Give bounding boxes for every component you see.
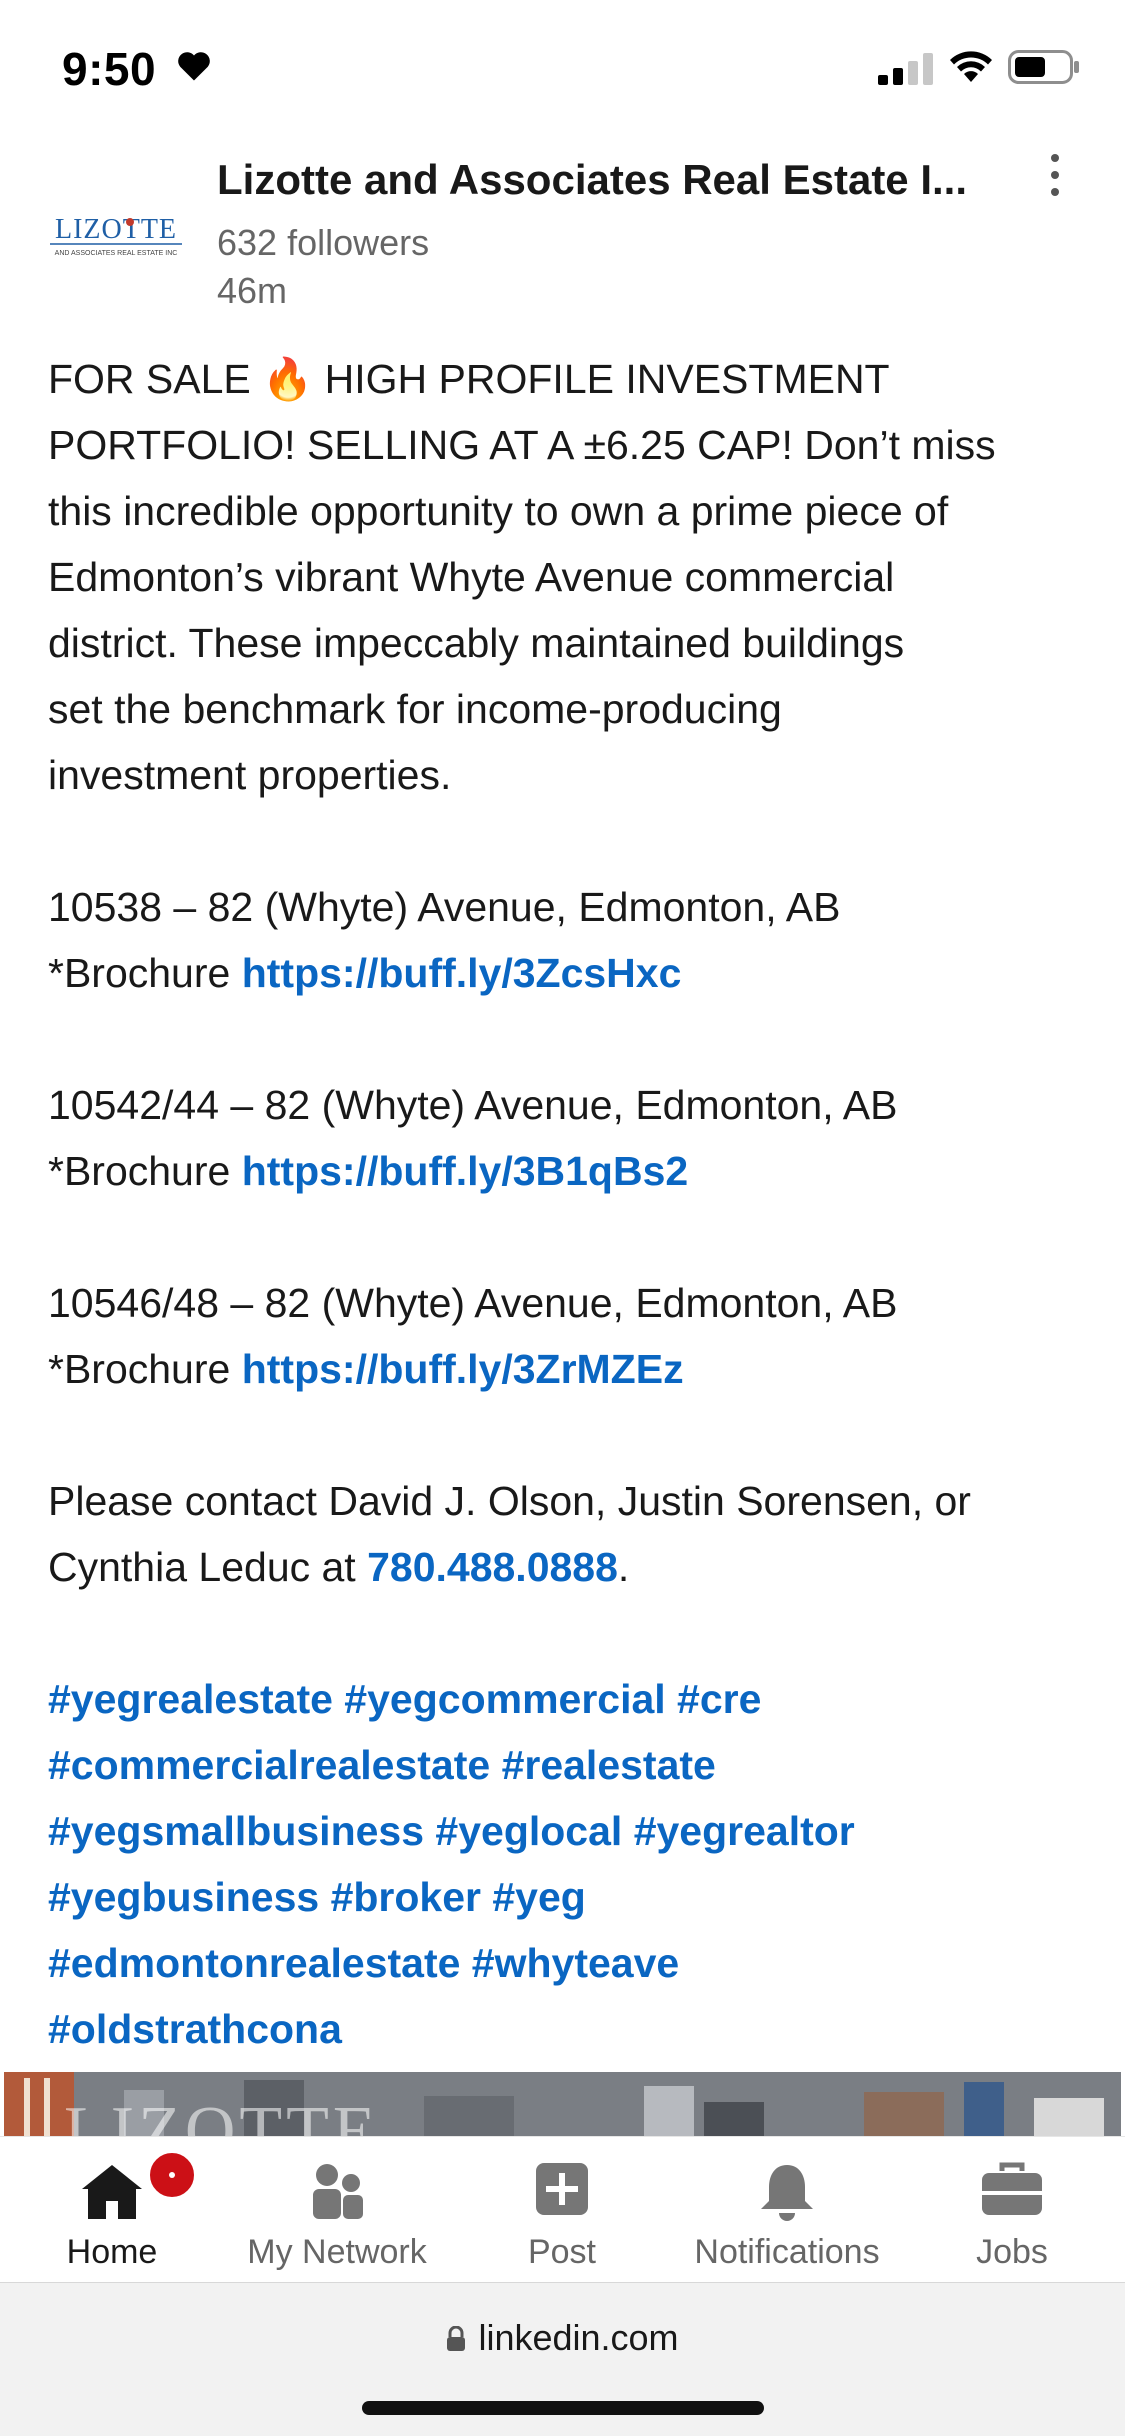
logo-wordmark: LIZOTTE xyxy=(55,214,177,245)
post-text-line: district. These impeccably maintained bu… xyxy=(48,620,905,666)
status-bar: 9:50 xyxy=(0,0,1125,135)
listing-brochure: *Brochure https://buff.ly/3ZcsHxc xyxy=(48,950,682,996)
listing-address: 10542/44 – 82 (Whyte) Avenue, Edmonton, … xyxy=(48,1082,898,1128)
home-icon xyxy=(82,2165,142,2219)
listing-brochure: *Brochure https://buff.ly/3ZrMZEz xyxy=(48,1346,684,1392)
contact-text: Please contact David J. Olson, Justin So… xyxy=(48,1478,971,1524)
post-icon xyxy=(536,2163,588,2215)
hashtag-line[interactable]: #yegsmallbusiness #yeglocal #yegrealtor xyxy=(48,1798,1088,1864)
hashtag-line[interactable]: #yegrealestate #yegcommercial #cre xyxy=(48,1666,1088,1732)
hashtag-line[interactable]: #oldstrathcona xyxy=(48,1996,1088,2062)
author-name[interactable]: Lizotte and Associates Real Estate I... xyxy=(217,156,1017,204)
listing-address: 10538 – 82 (Whyte) Avenue, Edmonton, AB xyxy=(48,884,841,930)
brochure-link[interactable]: https://buff.ly/3B1qBs2 xyxy=(242,1148,688,1194)
image-watermark: LIZOTTE xyxy=(64,2093,380,2136)
wifi-icon xyxy=(950,51,992,82)
nav-notifications[interactable]: Notifications xyxy=(687,2137,887,2283)
contact-text: Cynthia Leduc at 780.488.0888. xyxy=(48,1544,630,1590)
signal-icon xyxy=(878,53,933,85)
notification-badge xyxy=(146,2149,198,2201)
hashtag-line[interactable]: #yegbusiness #broker #yeg xyxy=(48,1864,1088,1930)
post-timestamp: 46m xyxy=(217,270,288,311)
nav-label: Jobs xyxy=(976,2233,1048,2271)
battery-icon xyxy=(1008,50,1079,84)
nav-my-network[interactable]: My Network xyxy=(237,2137,437,2283)
hashtag-line[interactable]: #commercialrealestate #realestate xyxy=(48,1732,1088,1798)
briefcase-icon xyxy=(982,2162,1042,2215)
nav-label: Post xyxy=(527,2233,597,2271)
post-intro-line: FOR SALE 🔥 HIGH PROFILE INVESTMENT xyxy=(48,356,890,402)
post-text-line: PORTFOLIO! SELLING AT A ±6.25 CAP! Don’t… xyxy=(48,422,996,468)
post-text-line: investment properties. xyxy=(48,752,452,798)
hashtag-line[interactable]: #edmontonrealestate #whyteave xyxy=(48,1930,1088,1996)
nav-home[interactable]: Home xyxy=(12,2137,212,2283)
url-text: linkedin.com xyxy=(478,2317,679,2358)
post-text-line: this incredible opportunity to own a pri… xyxy=(48,488,949,534)
brochure-link[interactable]: https://buff.ly/3ZrMZEz xyxy=(242,1346,684,1392)
nav-post[interactable]: Post xyxy=(462,2137,662,2283)
follower-count: 632 followers xyxy=(217,222,430,263)
company-logo[interactable]: LIZOTTE AND ASSOCIATES REAL ESTATE INC xyxy=(46,208,186,268)
home-indicator[interactable] xyxy=(362,2401,764,2415)
post-header: LIZOTTE AND ASSOCIATES REAL ESTATE INC L… xyxy=(0,150,1125,320)
post-body: FOR SALE 🔥 HIGH PROFILE INVESTMENT PORTF… xyxy=(48,346,1088,2062)
nav-label: My Network xyxy=(247,2233,427,2271)
listing-address: 10546/48 – 82 (Whyte) Avenue, Edmonton, … xyxy=(48,1280,898,1326)
url-display[interactable]: linkedin.com xyxy=(0,2317,1125,2359)
bottom-navigation: Home My Network Post Notifications Jobs xyxy=(0,2136,1125,2282)
nav-label: Notifications xyxy=(694,2233,880,2271)
brochure-link[interactable]: https://buff.ly/3ZcsHxc xyxy=(242,950,682,996)
more-options-icon[interactable] xyxy=(1040,154,1070,214)
nav-jobs[interactable]: Jobs xyxy=(912,2137,1112,2283)
lock-icon xyxy=(447,2326,466,2351)
status-time: 9:50 xyxy=(62,43,157,95)
heart-icon xyxy=(178,52,210,81)
phone-link[interactable]: 780.488.0888 xyxy=(367,1544,618,1590)
bell-icon xyxy=(761,2165,813,2221)
logo-subtext: AND ASSOCIATES REAL ESTATE INC xyxy=(55,250,178,257)
listing-brochure: *Brochure https://buff.ly/3B1qBs2 xyxy=(48,1148,689,1194)
fire-icon: 🔥 xyxy=(262,356,314,402)
browser-address-bar[interactable]: linkedin.com xyxy=(0,2282,1125,2436)
post-text-line: Edmonton’s vibrant Whyte Avenue commerci… xyxy=(48,554,895,600)
post-image[interactable]: LIZOTTE xyxy=(4,2072,1121,2136)
network-icon xyxy=(313,2164,363,2219)
nav-label: Home xyxy=(66,2233,158,2271)
post-text-line: set the benchmark for income-producing xyxy=(48,686,782,732)
